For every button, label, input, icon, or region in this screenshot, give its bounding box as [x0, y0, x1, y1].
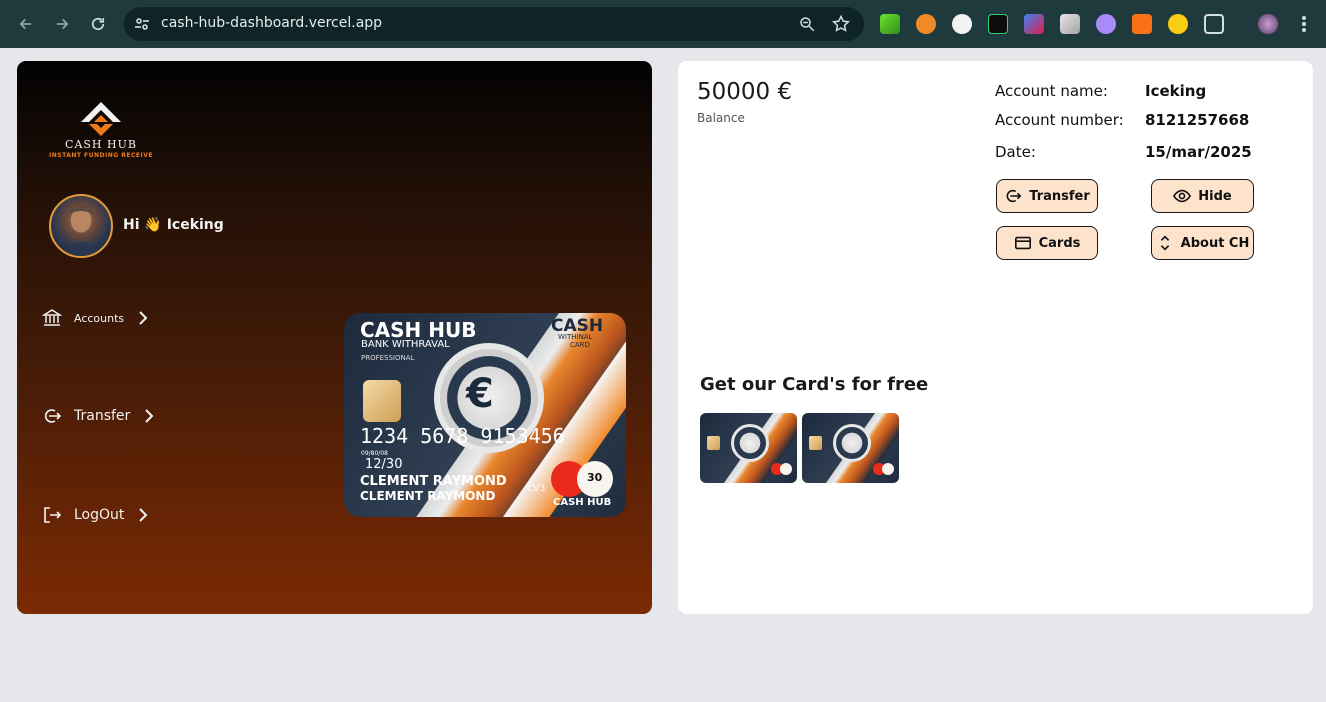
- card-network-circle-light: [882, 463, 894, 475]
- card-tier: PROFESSIONAL: [361, 354, 415, 362]
- promo-title: Get our Card's for free: [700, 374, 929, 395]
- bank-card-large: € CASH HUB BANK WITHRAVAL PROFESSIONAL C…: [344, 313, 626, 517]
- chevron-right-icon: [139, 508, 148, 522]
- bookmark-star-icon[interactable]: [831, 14, 851, 34]
- sidebar-item-label: Transfer: [74, 408, 131, 424]
- account-name-value: Iceking: [1145, 82, 1207, 100]
- back-button[interactable]: [14, 12, 38, 36]
- balance-label: Balance: [697, 111, 745, 125]
- card-cvv-label: CV3: [527, 484, 546, 494]
- browser-toolbar: cash-hub-dashboard.vercel.app: [0, 0, 1326, 48]
- eye-icon: [1173, 189, 1192, 203]
- extension-terminal-icon[interactable]: [988, 14, 1008, 34]
- card-emblem: [833, 424, 871, 462]
- site-settings-icon[interactable]: [134, 16, 150, 32]
- brand-tagline: INSTANT FUNDING RECEIVE: [49, 152, 153, 159]
- sidebar-item-label: Accounts: [74, 311, 125, 325]
- sidebar-panel: CASH HUB INSTANT FUNDING RECEIVE Hi 👋 Ic…: [17, 61, 652, 614]
- transfer-icon: [44, 409, 62, 423]
- extension-dropper-icon[interactable]: [1060, 14, 1080, 34]
- cards-button[interactable]: Cards: [996, 226, 1098, 260]
- extension-chart-icon[interactable]: [880, 14, 900, 34]
- profile-avatar-icon[interactable]: [1258, 14, 1278, 34]
- user-greeting: Hi 👋 Iceking: [123, 217, 224, 233]
- card-chip: [707, 436, 720, 450]
- account-panel: 50000 € Balance Account name: Iceking Ac…: [678, 61, 1313, 614]
- logout-icon: [44, 507, 62, 523]
- card-chip: [809, 436, 822, 450]
- sidebar-item-accounts[interactable]: Accounts: [42, 308, 150, 328]
- bank-icon: [42, 309, 62, 326]
- sidebar-item-transfer[interactable]: Transfer: [42, 406, 156, 426]
- card-corner-sub2: CARD: [570, 341, 590, 349]
- credit-card-icon: [1014, 236, 1031, 250]
- about-button-label: About CH: [1180, 235, 1250, 251]
- extension-coin-icon[interactable]: [1168, 14, 1188, 34]
- extension-triangle-icon[interactable]: [1024, 14, 1044, 34]
- chevron-right-icon: [139, 311, 148, 325]
- extension-ghost-icon[interactable]: [1096, 14, 1116, 34]
- transfer-icon: [1006, 189, 1022, 203]
- card-cvv: 30: [587, 471, 603, 484]
- account-number-label: Account number:: [995, 111, 1124, 129]
- card-corner-sub: WITHINAL: [558, 333, 593, 341]
- card-network-circle-light: [780, 463, 792, 475]
- chevron-up-down-icon: [1160, 235, 1169, 251]
- card-chip: [363, 380, 401, 422]
- date-label: Date:: [995, 143, 1036, 161]
- about-button[interactable]: About CH: [1151, 226, 1254, 260]
- extensions-puzzle-icon[interactable]: [1204, 14, 1224, 34]
- forward-button[interactable]: [50, 12, 74, 36]
- account-name-label: Account name:: [995, 82, 1108, 100]
- brand-name: CASH HUB: [65, 138, 137, 151]
- chevron-right-icon: [145, 409, 154, 423]
- sidebar-item-label: LogOut: [74, 507, 125, 523]
- avatar[interactable]: [49, 194, 113, 258]
- card-holder-name: CLEMENT RAYMOND: [360, 474, 507, 489]
- card-expiry-label: 09/80/08: [361, 450, 388, 457]
- hide-button[interactable]: Hide: [1151, 179, 1254, 213]
- card-emblem-letter: €: [466, 371, 494, 417]
- reload-icon: [91, 17, 105, 31]
- extension-star-icon[interactable]: [1132, 14, 1152, 34]
- transfer-button-label: Transfer: [1029, 188, 1090, 204]
- cards-button-label: Cards: [1038, 235, 1081, 251]
- card-footer-brand: CASH HUB: [553, 497, 612, 508]
- browser-menu-icon[interactable]: [1296, 14, 1312, 34]
- extension-circle-icon[interactable]: [952, 14, 972, 34]
- hide-button-label: Hide: [1198, 188, 1232, 204]
- card-expiry: 12/30: [365, 457, 403, 472]
- arrow-right-icon: [56, 18, 69, 30]
- extension-fox-icon[interactable]: [916, 14, 936, 34]
- house-arrow-logo-icon: [81, 102, 121, 136]
- brand-logo[interactable]: CASH HUB INSTANT FUNDING RECEIVE: [44, 102, 158, 162]
- card-emblem: [731, 424, 769, 462]
- reload-button[interactable]: [86, 12, 110, 36]
- transfer-button[interactable]: Transfer: [996, 179, 1098, 213]
- avatar-portrait-icon: [64, 205, 98, 256]
- card-holder-name: CLEMENT RAYMOND: [360, 489, 496, 503]
- card-number: 1234 5678 9153456: [360, 424, 565, 448]
- balance-amount: 50000 €: [697, 79, 793, 105]
- sidebar-item-logout[interactable]: LogOut: [42, 505, 150, 525]
- zoom-icon[interactable]: [798, 15, 816, 33]
- date-value: 15/mar/2025: [1145, 143, 1252, 161]
- card-thumbnail[interactable]: [700, 413, 797, 483]
- address-bar[interactable]: cash-hub-dashboard.vercel.app: [124, 7, 864, 41]
- arrow-left-icon: [19, 18, 32, 30]
- account-number-value: 8121257668: [1145, 111, 1250, 129]
- card-subtitle: BANK WITHRAVAL: [361, 339, 450, 350]
- card-thumbnail[interactable]: [802, 413, 899, 483]
- url-text: cash-hub-dashboard.vercel.app: [161, 15, 383, 31]
